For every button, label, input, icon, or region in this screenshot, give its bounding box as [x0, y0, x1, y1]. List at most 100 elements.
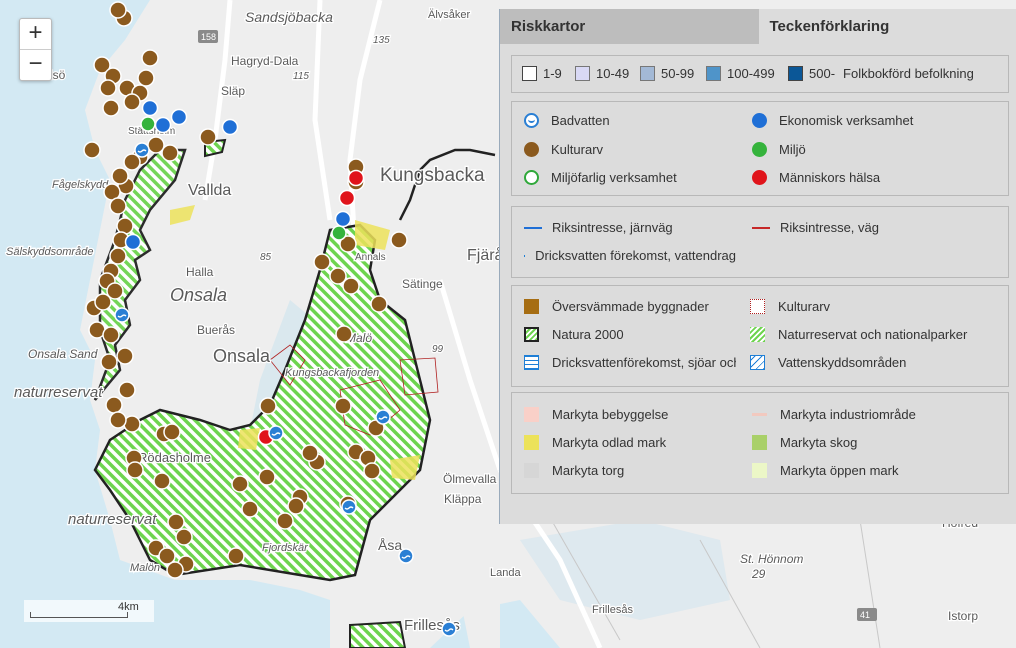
heritage-marker[interactable] [100, 353, 118, 371]
heritage-marker[interactable] [109, 1, 127, 19]
heritage-marker[interactable] [167, 513, 185, 531]
heritage-marker[interactable] [166, 561, 184, 579]
heritage-marker[interactable] [287, 497, 305, 515]
zoom-in-button[interactable]: + [20, 19, 51, 50]
bathing-water-marker[interactable] [268, 425, 284, 441]
bathing-water-marker[interactable] [375, 409, 391, 425]
heritage-marker[interactable] [329, 267, 347, 285]
legend-manniskors-halsa: Människors hälsa [779, 170, 881, 185]
heritage-marker[interactable] [313, 253, 331, 271]
legend-vattenskydd: Vattenskyddsområden [778, 355, 907, 370]
population-label-1: 1-9 [543, 66, 562, 81]
economic-marker[interactable] [170, 108, 188, 126]
heritage-marker[interactable] [335, 325, 353, 343]
landuse-industri-swatch [752, 407, 767, 422]
bathing-water-marker[interactable] [134, 142, 150, 158]
heritage-marker[interactable] [102, 326, 120, 344]
bathing-water-marker[interactable] [114, 307, 130, 323]
zoom-out-button[interactable]: − [20, 50, 51, 80]
heritage-marker[interactable] [116, 347, 134, 365]
legend-badvatten: Badvatten [551, 113, 610, 128]
legend-oversvammade: Översvämmade byggnader [552, 299, 709, 314]
map-label: Älvsåker [428, 9, 471, 21]
legend-vag: Riksintresse, väg [780, 220, 879, 235]
heritage-marker[interactable] [109, 411, 127, 429]
landuse-skog-swatch [752, 435, 767, 450]
legend-industri: Markyta industriområde [780, 407, 916, 422]
map-label: St. Hönnom [740, 552, 803, 566]
heritage-marker[interactable] [105, 396, 123, 414]
heritage-marker[interactable] [94, 293, 112, 311]
map-label: Annals [355, 252, 386, 263]
heritage-marker[interactable] [102, 99, 120, 117]
heritage-marker[interactable] [390, 231, 408, 249]
scale-label: 4km [118, 601, 139, 613]
reserve-icon [750, 327, 765, 342]
map-label: Frillesås [592, 604, 633, 616]
map-label: naturreservat [14, 384, 103, 401]
heritage-marker[interactable] [153, 472, 171, 490]
heritage-marker[interactable] [99, 79, 117, 97]
heritage-area-icon [750, 299, 765, 314]
population-label-5: 500- [809, 66, 836, 81]
natura-icon [524, 327, 539, 342]
heritage-marker[interactable] [161, 144, 179, 162]
environment-marker[interactable] [331, 225, 347, 241]
heritage-marker[interactable] [301, 444, 319, 462]
population-swatch-5 [788, 66, 803, 81]
water-protection-icon [750, 355, 765, 370]
map-label: Malön [130, 562, 160, 574]
landuse-legend: Markyta bebyggelse Markyta industriområd… [511, 392, 1009, 494]
heritage-marker[interactable] [123, 93, 141, 111]
heritage-marker[interactable] [241, 500, 259, 518]
economic-marker[interactable] [334, 210, 352, 228]
heritage-marker[interactable] [370, 295, 388, 313]
environment-marker[interactable] [140, 116, 156, 132]
health-marker[interactable] [338, 189, 356, 207]
heritage-marker[interactable] [199, 128, 217, 146]
economic-marker[interactable] [154, 116, 172, 134]
heritage-marker[interactable] [83, 141, 101, 159]
heritage-marker[interactable] [231, 475, 249, 493]
heritage-marker[interactable] [163, 423, 181, 441]
bathing-water-marker[interactable] [441, 621, 457, 637]
road-line-icon [752, 226, 770, 229]
swimmer-icon [524, 113, 539, 128]
map-label: Rödasholme [138, 450, 211, 465]
heritage-marker[interactable] [109, 197, 127, 215]
legend-miljofarlig: Miljöfarlig verksamhet [551, 170, 677, 185]
legend-kulturarv-area: Kulturarv [778, 299, 831, 314]
heritage-marker[interactable] [175, 528, 193, 546]
map-label: Istorp [948, 609, 978, 623]
legend-dricksvatten-vattendrag: Dricksvatten förekomst, vattendrag [535, 248, 736, 263]
heritage-marker[interactable] [276, 512, 294, 530]
heritage-marker[interactable] [109, 247, 127, 265]
heritage-marker[interactable] [123, 153, 141, 171]
health-marker[interactable] [347, 169, 365, 187]
bathing-water-marker[interactable] [398, 548, 414, 564]
tab-teckenforklaring[interactable]: Teckenförklaring [758, 9, 1016, 44]
heritage-marker[interactable] [111, 167, 129, 185]
heritage-marker[interactable] [141, 49, 159, 67]
heritage-marker[interactable] [363, 462, 381, 480]
economic-marker[interactable] [124, 233, 142, 251]
economic-marker[interactable] [141, 99, 159, 117]
legend-kulturarv: Kulturarv [551, 142, 604, 157]
economic-marker[interactable] [221, 118, 239, 136]
map-label: Kungsbacka [380, 165, 485, 186]
legend-naturreservat: Naturreservat och nationalparker [778, 327, 968, 342]
tab-riskkartor[interactable]: Riskkartor [500, 9, 759, 44]
bathing-water-marker[interactable] [341, 499, 357, 515]
heritage-marker[interactable] [118, 381, 136, 399]
heritage-marker[interactable] [334, 397, 352, 415]
economic-activity-icon [752, 113, 767, 128]
legend-dricksvatten-sjoar: Dricksvattenförekomst, sjöar och kustvat… [552, 355, 736, 370]
heritage-marker[interactable] [137, 69, 155, 87]
heritage-marker[interactable] [258, 468, 276, 486]
map-label: Onsala Sand [28, 347, 98, 361]
heritage-marker[interactable] [259, 397, 277, 415]
heritage-marker[interactable] [227, 547, 245, 565]
map-label: naturreservat [68, 511, 157, 528]
legend-skog: Markyta skog [780, 435, 858, 450]
heritage-marker[interactable] [126, 461, 144, 479]
